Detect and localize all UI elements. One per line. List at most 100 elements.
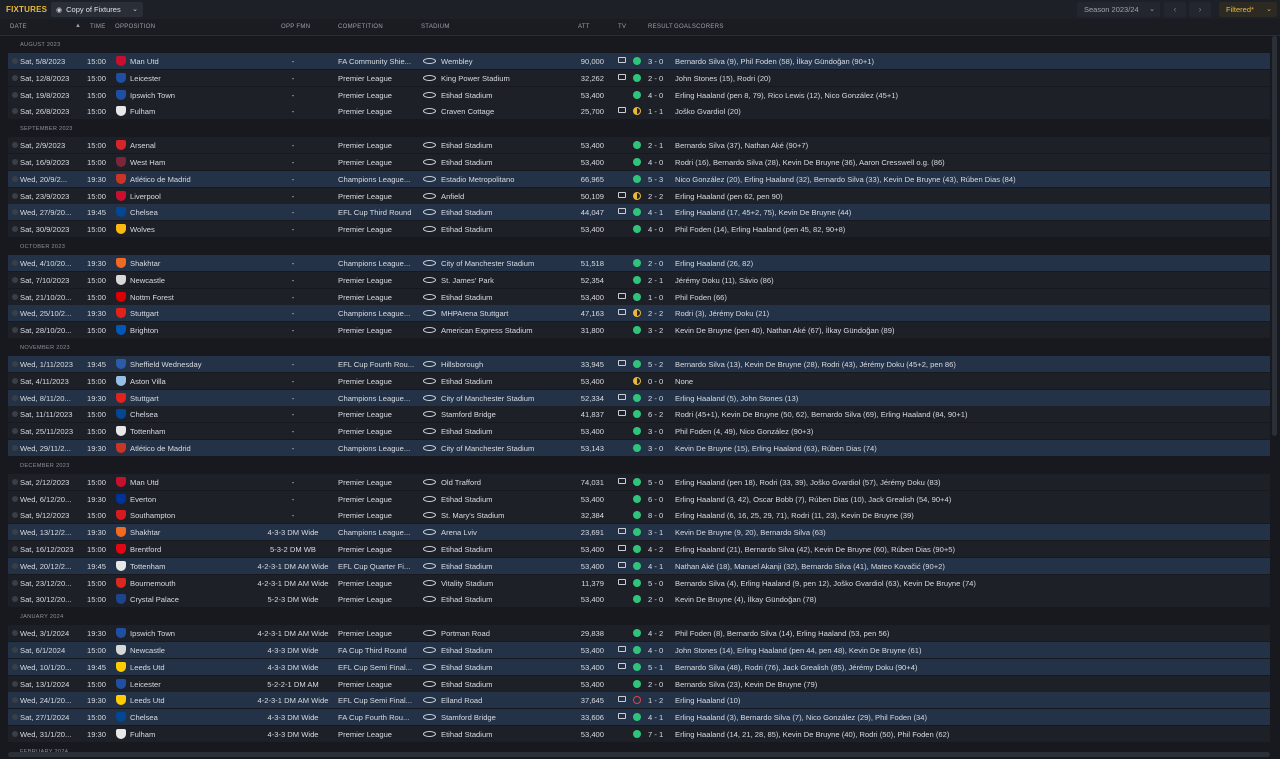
fixture-competition[interactable]: Premier League [338,579,420,588]
column-header-opp-fmn[interactable]: OPP FMN [281,24,310,30]
row-select-dot[interactable] [12,647,18,653]
horizontal-scrollbar[interactable] [8,752,1270,757]
fixture-row[interactable]: Wed, 20/12/2... 19:45 Tottenham 4-2-3-1 DM … [8,557,1270,574]
fixture-competition[interactable]: Premier League [338,225,420,234]
season-selector[interactable]: Season 2023/24 ⌄ [1077,2,1160,17]
fixture-row[interactable]: Wed, 1/11/2023 19:45 Sheffield Wednesday - E… [8,356,1270,372]
fixture-score[interactable]: 2 - 0 [648,595,674,604]
fixture-score[interactable]: 5 - 0 [648,478,674,487]
row-select-dot[interactable] [12,478,18,485]
fixture-competition[interactable]: Premier League [338,192,420,201]
fixture-score[interactable]: 6 - 0 [648,495,674,504]
fixture-competition[interactable]: Champions League... [338,259,420,268]
fixture-row[interactable]: Sat, 6/1/2024 15:00 Newcastle 4-3-3 DM Wide… [8,642,1270,658]
row-select-dot[interactable] [12,546,18,552]
vertical-scrollbar[interactable] [1272,36,1277,436]
fixture-competition[interactable]: EFL Cup Semi Final... [338,696,420,705]
fixture-competition[interactable]: Premier League [338,427,420,436]
row-select-dot[interactable] [12,495,18,502]
fixture-score[interactable]: 2 - 0 [648,680,674,689]
fixture-competition[interactable]: EFL Cup Quarter Fi... [338,562,420,571]
row-select-dot[interactable] [12,260,18,266]
row-select-dot[interactable] [12,579,18,586]
column-header-time[interactable]: TIME [90,24,106,30]
fixture-competition[interactable]: EFL Cup Fourth Rou... [338,360,420,369]
fixture-competition[interactable]: EFL Cup Third Round [338,208,420,217]
fixture-competition[interactable]: Premier League [338,91,420,100]
fixture-competition[interactable]: Premier League [338,595,420,604]
fixture-competition[interactable]: Premier League [338,326,420,335]
fixture-row[interactable]: Wed, 24/1/20... 19:30 Leeds Utd 4-2-3-1 DM … [8,692,1270,709]
fixture-score[interactable]: 4 - 0 [648,158,674,167]
fixture-score[interactable]: 0 - 0 [648,377,674,386]
row-select-dot[interactable] [12,714,18,721]
fixture-score[interactable]: 2 - 0 [648,394,674,403]
fixture-score[interactable]: 2 - 1 [648,276,674,285]
fixture-score[interactable]: 4 - 0 [648,225,674,234]
row-select-dot[interactable] [12,361,18,367]
fixture-row[interactable]: Sat, 9/12/2023 15:00 Southampton - Premier L… [8,507,1270,524]
fixture-competition[interactable]: Premier League [338,511,420,520]
fixture-score[interactable]: 2 - 1 [648,141,674,150]
fixture-score[interactable]: 5 - 0 [648,579,674,588]
row-select-dot[interactable] [12,159,18,165]
row-select-dot[interactable] [12,310,18,317]
fixture-score[interactable]: 3 - 0 [648,427,674,436]
column-header-tv[interactable]: TV [618,24,626,30]
fixture-row[interactable]: Sat, 26/8/2023 15:00 Fulham - Premier League… [8,103,1270,120]
row-select-dot[interactable] [12,142,18,149]
row-select-dot[interactable] [12,293,18,300]
row-select-dot[interactable] [12,377,18,384]
fixture-score[interactable]: 1 - 0 [648,293,674,302]
fixture-row[interactable]: Sat, 2/9/2023 15:00 Arsenal - Premier League… [8,137,1270,154]
row-select-dot[interactable] [12,428,18,435]
fixture-row[interactable]: Wed, 29/11/2... 19:30 Atlético de Madrid - C… [8,440,1270,456]
fixture-competition[interactable]: Premier League [338,410,420,419]
fixture-row[interactable]: Sat, 23/12/20... 15:00 Bournemouth 4-2-3-1 … [8,574,1270,591]
fixture-row[interactable]: Wed, 10/1/20... 19:45 Leeds Utd 4-3-3 DM Wi… [8,658,1270,675]
fixture-score[interactable]: 2 - 0 [648,259,674,268]
previous-button[interactable]: ‹ [1164,2,1186,17]
fixture-row[interactable]: Sat, 13/1/2024 15:00 Leicester 5-2-2-1 DM A… [8,675,1270,692]
fixture-row[interactable]: Sat, 21/10/20... 15:00 Nottm Forest - Premie… [8,288,1270,305]
fixture-row[interactable]: Sat, 23/9/2023 15:00 Liverpool - Premier Lea… [8,187,1270,204]
row-select-dot[interactable] [12,529,18,536]
row-select-dot[interactable] [12,680,18,687]
row-select-dot[interactable] [12,276,18,283]
fixture-row[interactable]: Sat, 25/11/2023 15:00 Tottenham - Premier Le… [8,423,1270,440]
fixture-competition[interactable]: Premier League [338,293,420,302]
fixture-score[interactable]: 3 - 0 [648,57,674,66]
column-header-competition[interactable]: COMPETITION [338,24,383,30]
column-header-stadium[interactable]: STADIUM [421,24,450,30]
next-button[interactable]: › [1189,2,1211,17]
fixture-score[interactable]: 2 - 0 [648,74,674,83]
fixture-row[interactable]: Sat, 30/12/20... 15:00 Crystal Palace 5-2-3… [8,591,1270,608]
fixture-row[interactable]: Wed, 20/9/2... 19:30 Atlético de Madrid - Ch… [8,170,1270,187]
fixture-row[interactable]: Sat, 27/1/2024 15:00 Chelsea 4-3-3 DM Wide F… [8,709,1270,726]
fixture-row[interactable]: Sat, 4/11/2023 15:00 Aston Villa - Premier L… [8,372,1270,389]
row-select-dot[interactable] [12,596,18,603]
fixture-score[interactable]: 3 - 2 [648,326,674,335]
fixture-competition[interactable]: Premier League [338,495,420,504]
fixture-row[interactable]: Wed, 27/9/20... 19:45 Chelsea - EFL Cup Thir… [8,204,1270,221]
fixture-competition[interactable]: Premier League [338,629,420,638]
fixture-competition[interactable]: FA Cup Third Round [338,646,420,655]
fixture-competition[interactable]: Premier League [338,377,420,386]
fixture-row[interactable]: Sat, 16/9/2023 15:00 West Ham - Premier Leag… [8,154,1270,170]
view-selector[interactable]: ◉ Copy of Fixtures ⌄ [51,2,143,17]
row-select-dot[interactable] [12,209,18,216]
row-select-dot[interactable] [12,175,18,182]
column-header-goalscorers[interactable]: GOALSCORERS [674,24,724,30]
row-select-dot[interactable] [12,731,18,737]
fixture-row[interactable]: Wed, 25/10/2... 19:30 Stuttgart - Champions … [8,305,1270,322]
fixture-row[interactable]: Wed, 13/12/2... 19:30 Shakhtar 4-3-3 DM Wid… [8,524,1270,541]
fixture-competition[interactable]: Premier League [338,74,420,83]
row-select-dot[interactable] [12,562,18,569]
fixture-score[interactable]: 6 - 2 [648,410,674,419]
row-select-dot[interactable] [12,192,18,199]
fixture-score[interactable]: 3 - 0 [648,444,674,453]
column-header-date[interactable]: DATE [10,24,27,30]
row-select-dot[interactable] [12,512,18,519]
row-select-dot[interactable] [12,226,18,233]
fixture-row[interactable]: Sat, 7/10/2023 15:00 Newcastle - Premier Lea… [8,271,1270,288]
